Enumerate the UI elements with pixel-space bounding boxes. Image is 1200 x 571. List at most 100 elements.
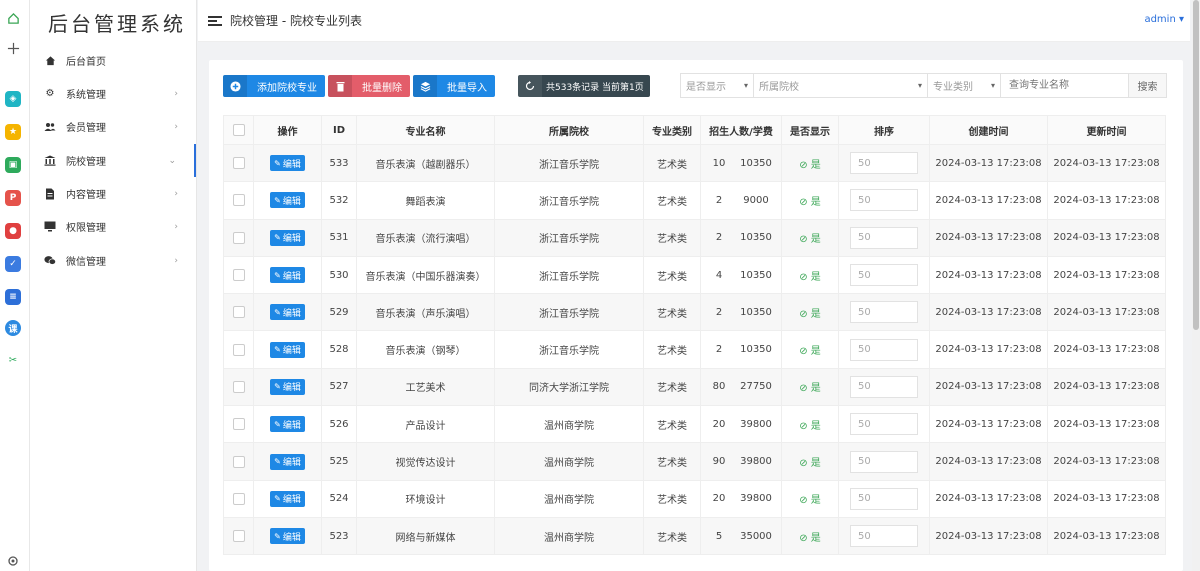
row-id: 525	[321, 442, 357, 481]
row-category: 艺术类	[643, 255, 701, 295]
row-checkbox[interactable]	[232, 306, 245, 319]
row-updated: 2024-03-13 17:23:08	[1047, 218, 1166, 257]
sort-input[interactable]	[850, 525, 918, 548]
edit-button[interactable]: ✎ 编辑	[270, 155, 305, 172]
row-category: 艺术类	[643, 367, 701, 407]
row-id: 526	[321, 405, 357, 444]
visible-badge[interactable]: ⊘ 是	[799, 495, 821, 506]
sidebar-item-content[interactable]: 内容管理 ›	[30, 177, 196, 210]
visible-badge[interactable]: ⊘ 是	[799, 272, 821, 283]
sidebar-item-wechat[interactable]: 微信管理 ›	[30, 244, 196, 277]
edit-icon: ✎	[274, 457, 281, 467]
sort-input[interactable]	[850, 413, 918, 436]
scrollbar-thumb[interactable]	[1193, 0, 1199, 330]
sort-input[interactable]	[850, 264, 918, 287]
ai-app-icon[interactable]: ◈	[5, 91, 21, 107]
sidebar-item-members[interactable]: 会员管理 ›	[30, 110, 196, 143]
row-checkbox[interactable]	[232, 157, 245, 170]
row-fee: 9000	[743, 194, 769, 206]
edit-button[interactable]: ✎ 编辑	[270, 267, 305, 284]
row-checkbox[interactable]	[232, 492, 245, 505]
search-input[interactable]	[1001, 73, 1129, 98]
add-major-button[interactable]: 添加院校专业	[223, 75, 325, 97]
row-checkbox[interactable]	[232, 231, 245, 244]
row-updated: 2024-03-13 17:23:08	[1047, 143, 1166, 183]
refresh-button[interactable]: 共533条记录 当前第1页	[518, 75, 650, 97]
visible-badge[interactable]: ⊘ 是	[799, 533, 821, 544]
edit-button[interactable]: ✎ 编辑	[270, 304, 305, 321]
sort-input[interactable]	[850, 301, 918, 324]
edit-button[interactable]: ✎ 编辑	[270, 378, 305, 395]
row-select-cell	[223, 367, 254, 407]
row-checkbox[interactable]	[232, 455, 245, 468]
visible-badge[interactable]: ⊘ 是	[799, 383, 821, 394]
batch-delete-button[interactable]: 批量删除	[328, 75, 410, 97]
edit-button[interactable]: ✎ 编辑	[270, 453, 305, 470]
scissors-icon[interactable]: ✂	[5, 352, 21, 368]
visible-badge[interactable]: ⊘ 是	[799, 197, 821, 208]
chart-app-icon[interactable]: ✓	[5, 256, 21, 272]
visible-badge[interactable]: ⊘ 是	[799, 346, 821, 357]
batch-import-button[interactable]: 批量导入	[413, 75, 495, 97]
sidebar-item-permissions[interactable]: 权限管理 ›	[30, 210, 196, 243]
check-circle-icon: ⊘	[799, 271, 808, 283]
row-enroll-fee: 90 39800	[700, 442, 782, 481]
row-visible: ⊘ 是	[781, 516, 839, 556]
select-all-checkbox[interactable]	[232, 124, 245, 136]
row-enroll: 4	[715, 269, 723, 281]
sort-input[interactable]	[850, 152, 918, 175]
sidebar-item-system[interactable]: ⚙ 系统管理 ›	[30, 77, 196, 110]
show-filter-select[interactable]: 是否显示 ▾	[680, 73, 754, 98]
settings-icon[interactable]	[5, 553, 21, 569]
sort-input[interactable]	[850, 189, 918, 212]
row-checkbox[interactable]	[232, 343, 245, 356]
visible-badge[interactable]: ⊘ 是	[799, 458, 821, 469]
edit-button[interactable]: ✎ 编辑	[270, 416, 305, 433]
category-filter-select[interactable]: 专业类别 ▾	[928, 73, 1001, 98]
visible-badge[interactable]: ⊘ 是	[799, 234, 821, 245]
row-major-name: 视觉传达设计	[356, 442, 495, 481]
sort-input[interactable]	[850, 375, 918, 398]
table-row: ✎编辑 530音乐表演（中国乐器演奏）浙江音乐学院艺术类 4 10350 ⊘ 是 2024…	[223, 255, 1166, 295]
edit-button[interactable]: ✎ 编辑	[270, 192, 305, 209]
edit-button[interactable]: ✎ 编辑	[270, 341, 305, 358]
sort-input[interactable]	[850, 226, 918, 249]
star-app-icon[interactable]: ★	[5, 124, 21, 140]
row-major-name: 音乐表演（流行演唱）	[356, 218, 495, 257]
sidebar-item-schools[interactable]: 院校管理 ⌄	[30, 144, 196, 177]
plus-icon[interactable]	[5, 40, 21, 56]
row-visible: ⊘ 是	[781, 218, 839, 257]
visible-badge[interactable]: ⊘ 是	[799, 160, 821, 171]
search-button[interactable]: 搜索	[1129, 73, 1167, 98]
row-major-name: 音乐表演（声乐演唱）	[356, 293, 495, 332]
sort-input[interactable]	[850, 487, 918, 510]
row-checkbox[interactable]	[232, 269, 245, 282]
sort-input[interactable]	[850, 450, 918, 473]
row-checkbox[interactable]	[232, 530, 245, 543]
row-checkbox[interactable]	[232, 380, 245, 393]
row-checkbox[interactable]	[232, 418, 245, 431]
menu-toggle-icon[interactable]	[208, 15, 222, 26]
user-menu[interactable]: admin ▾	[1144, 14, 1184, 25]
visible-badge[interactable]: ⊘ 是	[799, 309, 821, 320]
edit-button[interactable]: ✎ 编辑	[270, 528, 305, 545]
edit-button[interactable]: ✎ 编辑	[270, 229, 305, 246]
chevron-right-icon: ›	[174, 88, 178, 99]
school-filter-select[interactable]: 所属院校 ▾	[754, 73, 928, 98]
edit-button[interactable]: ✎ 编辑	[270, 490, 305, 507]
row-checkbox[interactable]	[232, 194, 245, 207]
pdf-app-icon[interactable]: P	[5, 190, 21, 206]
doc-app-icon[interactable]: ≡	[5, 289, 21, 305]
row-actions-cell: ✎ 编辑	[253, 330, 322, 369]
sort-input[interactable]	[850, 338, 918, 361]
course-app-icon[interactable]: 课	[5, 320, 21, 336]
record-app-icon[interactable]: ●	[5, 223, 21, 239]
page-scrollbar[interactable]	[1192, 0, 1200, 571]
row-school: 温州商学院	[494, 442, 644, 481]
visible-badge[interactable]: ⊘ 是	[799, 421, 821, 432]
row-actions-cell: ✎ 编辑	[253, 405, 322, 444]
image-app-icon[interactable]: ▣	[5, 157, 21, 173]
home-icon[interactable]	[5, 10, 21, 26]
sidebar-item-home[interactable]: 后台首页	[30, 44, 196, 77]
row-created: 2024-03-13 17:23:08	[929, 405, 1048, 444]
